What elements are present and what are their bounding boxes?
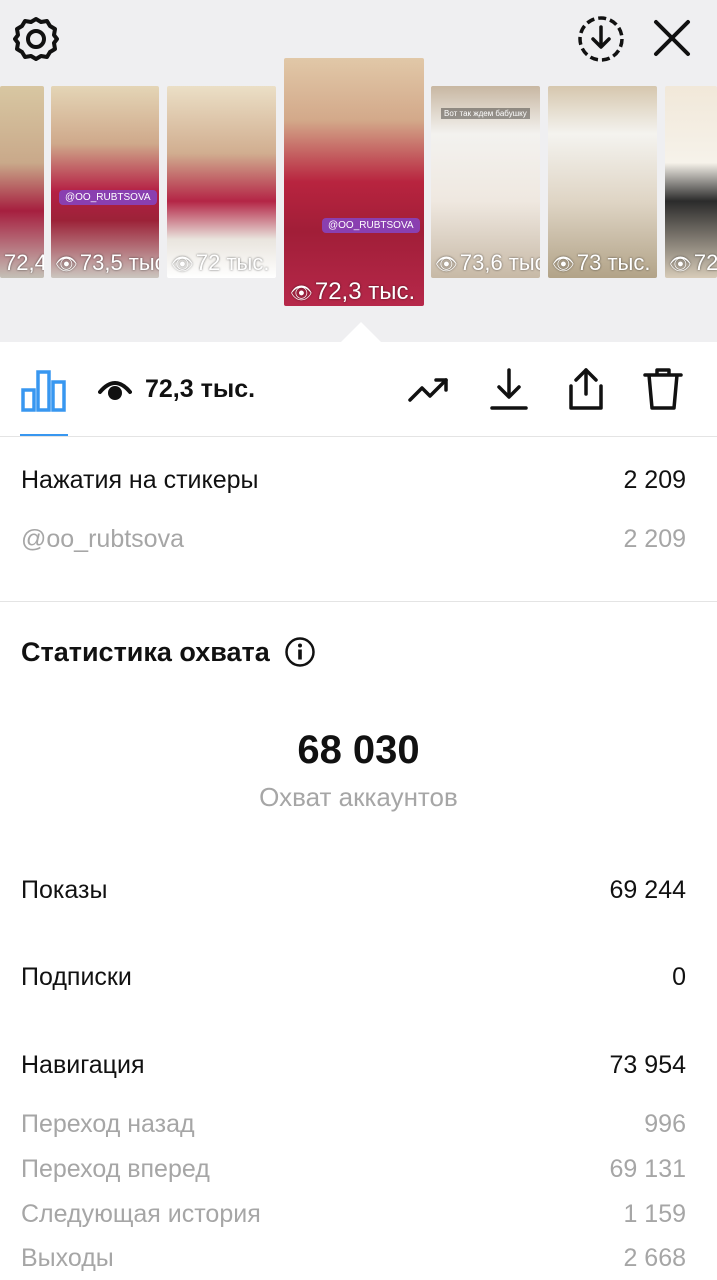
insights-toolbar: 72,3 тыс. — [0, 342, 717, 437]
story-thumbnail[interactable]: @OO_RUBTSOVA 👁73,5 тыс. — [51, 86, 159, 278]
story-thumbnail[interactable]: 👁72 тыс. — [167, 86, 276, 278]
navigation-back-value: 996 — [644, 1110, 686, 1138]
download-circle-icon[interactable] — [576, 14, 626, 64]
navigation-back-label: Переход назад — [21, 1110, 195, 1138]
navigation-forward-value: 69 131 — [609, 1155, 686, 1183]
sticker-mention-value: 2 209 — [623, 525, 686, 553]
download-icon[interactable] — [486, 366, 532, 412]
navigation-label: Навигация — [21, 1051, 145, 1079]
navigation-exits-row: Выходы 2 668 — [21, 1244, 686, 1273]
navigation-forward-label: Переход вперед — [21, 1155, 210, 1183]
story-thumbnail-selected[interactable]: @OO_RUBTSOVA 👁72,3 тыс. — [284, 58, 424, 306]
navigation-next-story-row: Следующая история 1 159 — [21, 1200, 686, 1229]
sticker-taps-row: Нажатия на стикеры 2 209 — [21, 466, 686, 495]
navigation-exits-label: Выходы — [21, 1244, 114, 1272]
story-top-text: Вот так ждем бабушку — [441, 108, 530, 119]
navigation-next-story-label: Следующая история — [21, 1200, 261, 1228]
mention-sticker: @OO_RUBTSOVA — [59, 190, 157, 205]
follows-label: Подписки — [21, 963, 132, 991]
impressions-label: Показы — [21, 876, 108, 904]
navigation-exits-value: 2 668 — [623, 1244, 686, 1272]
accounts-reached-label: Охват аккаунтов — [259, 782, 458, 812]
navigation-back-row: Переход назад 996 — [21, 1110, 686, 1139]
trending-icon[interactable] — [406, 366, 452, 412]
navigation-next-story-value: 1 159 — [623, 1200, 686, 1228]
info-icon[interactable] — [284, 636, 316, 668]
story-views: 72,4 тыс. — [4, 250, 44, 275]
story-thumbnail[interactable]: Вот так ждем бабушку 👁73,6 тыс. — [431, 86, 540, 278]
story-views: 👁72 тыс. — [171, 250, 270, 275]
sticker-mention-row[interactable]: @oo_rubtsova 2 209 — [21, 525, 686, 554]
sticker-mention-label: @oo_rubtsova — [21, 525, 184, 553]
story-strip: 72,4 тыс. @OO_RUBTSOVA 👁73,5 тыс. 👁72 ты… — [0, 0, 717, 342]
story-views: 👁73 тыс. — [552, 250, 651, 275]
follows-value: 0 — [672, 963, 686, 991]
story-thumbnail[interactable]: 👁72 — [665, 86, 717, 278]
trash-icon[interactable] — [640, 366, 686, 412]
share-icon[interactable] — [563, 366, 609, 412]
impressions-row: Показы 69 244 — [21, 876, 686, 905]
story-views: 👁72 — [669, 250, 717, 275]
navigation-forward-row: Переход вперед 69 131 — [21, 1155, 686, 1184]
impressions-value: 69 244 — [609, 876, 686, 904]
selected-story-pointer — [341, 322, 381, 342]
eye-icon — [98, 381, 132, 400]
reach-title-text: Статистика охвата — [21, 636, 270, 667]
views-total: 72,3 тыс. — [145, 375, 256, 403]
sticker-taps-value: 2 209 — [623, 466, 686, 494]
active-tab-indicator — [20, 434, 68, 436]
accounts-reached-value: 68 030 — [297, 728, 420, 772]
story-views: 👁73,6 тыс. — [435, 250, 540, 275]
sticker-taps-label: Нажатия на стикеры — [21, 466, 259, 494]
reach-section-title: Статистика охвата — [21, 636, 316, 668]
divider — [0, 601, 717, 602]
close-icon[interactable] — [648, 14, 696, 62]
story-thumbnail[interactable]: 👁73 тыс. — [548, 86, 657, 278]
story-thumbnail[interactable]: 72,4 тыс. — [0, 86, 44, 278]
navigation-value: 73 954 — [609, 1051, 686, 1079]
bar-chart-icon[interactable] — [20, 368, 68, 412]
story-views: 👁73,5 тыс. — [55, 250, 159, 275]
story-views: 👁72,3 тыс. — [290, 278, 416, 305]
mention-sticker: @OO_RUBTSOVA — [322, 218, 420, 233]
navigation-row: Навигация 73 954 — [21, 1051, 686, 1080]
follows-row: Подписки 0 — [21, 963, 686, 992]
gear-icon[interactable] — [13, 16, 59, 62]
